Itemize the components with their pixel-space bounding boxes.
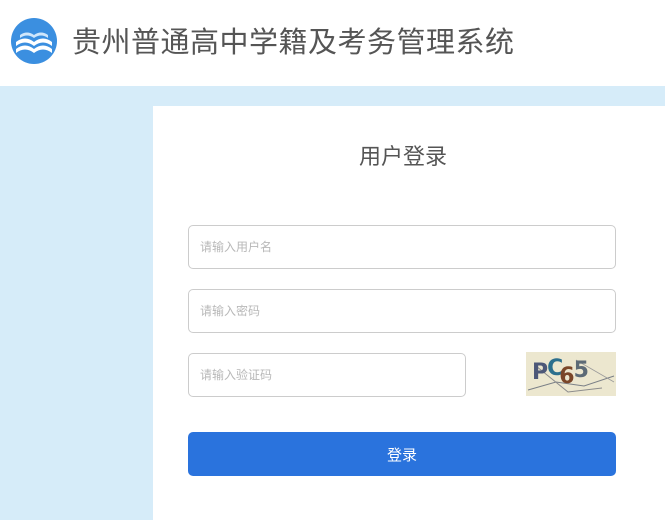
captcha-input[interactable]	[188, 353, 466, 397]
username-input[interactable]	[188, 225, 616, 269]
book-wave-logo-icon	[11, 18, 57, 64]
captcha-char-4: 5	[574, 358, 589, 383]
password-input[interactable]	[188, 289, 616, 333]
login-title: 用户登录	[358, 145, 447, 170]
captcha-char-3: 6	[559, 364, 574, 389]
site-header: 贵州普通高中学籍及考务管理系统	[0, 0, 665, 86]
site-title: 贵州普通高中学籍及考务管理系统	[72, 25, 515, 59]
captcha-image[interactable]: PC65	[526, 352, 616, 396]
captcha-char-1: P	[532, 360, 548, 385]
login-button[interactable]: 登录	[188, 432, 616, 476]
